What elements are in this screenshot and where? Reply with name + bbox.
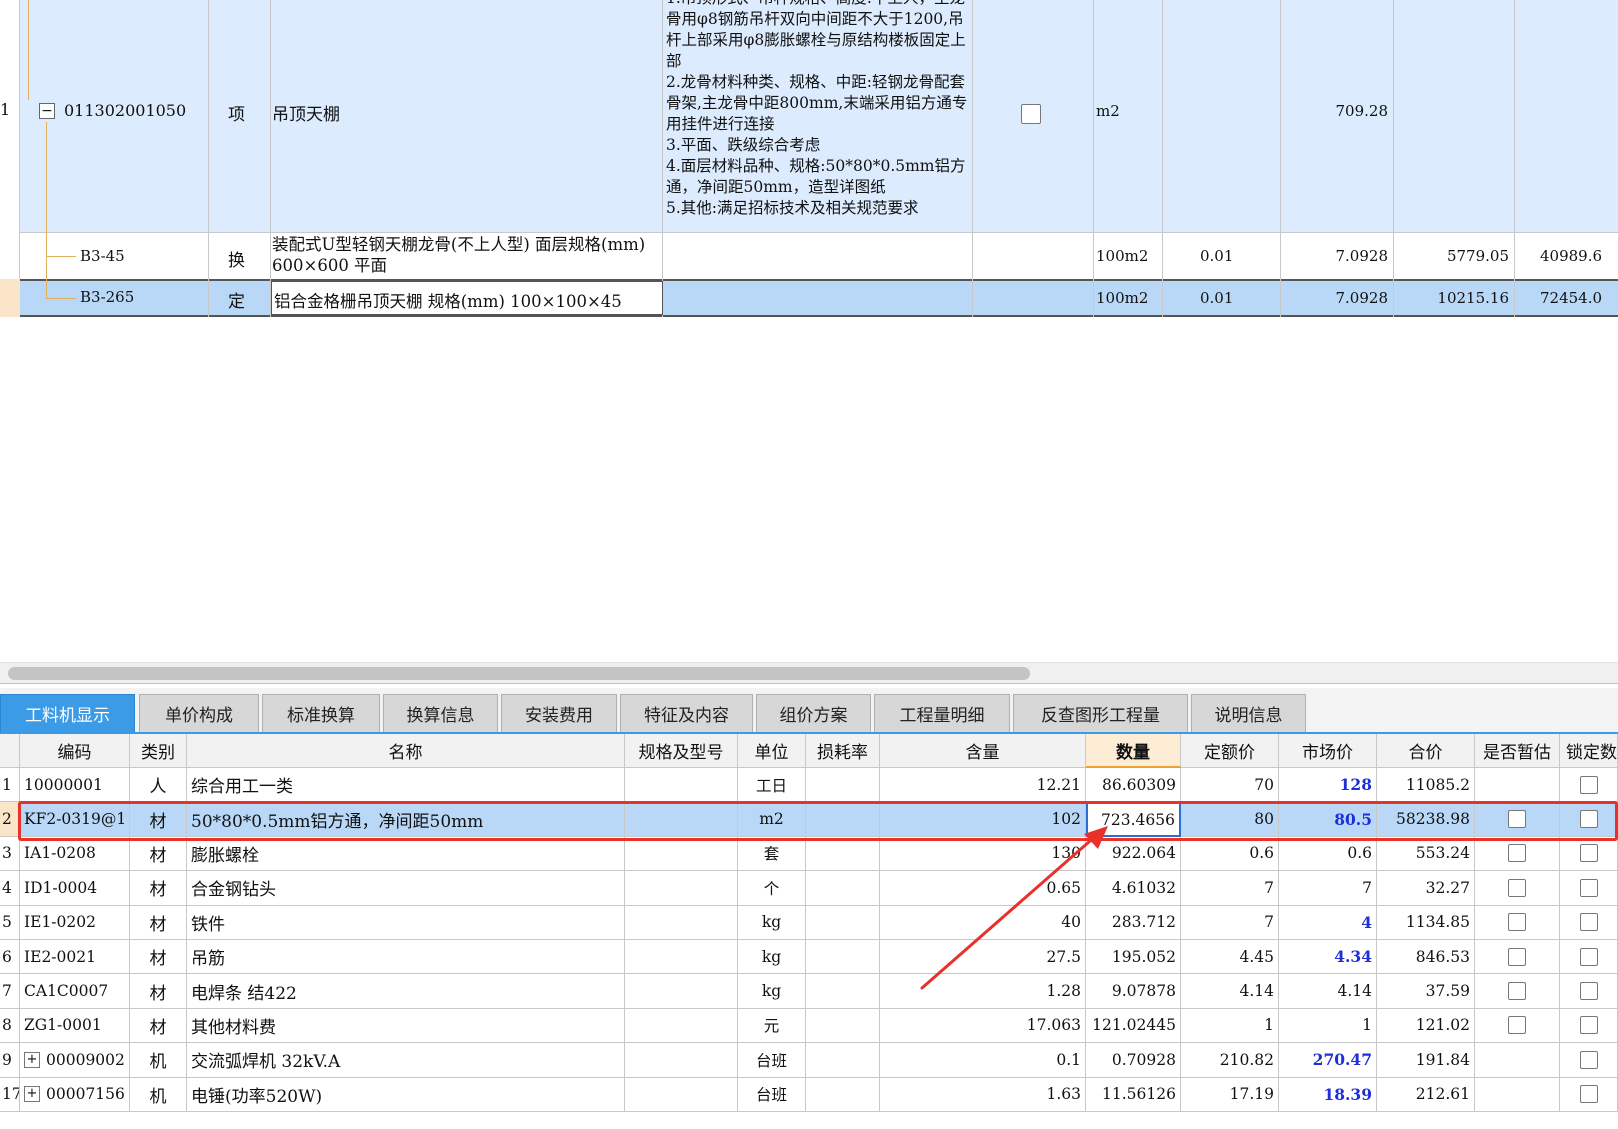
annotation-arrowhead xyxy=(1084,826,1108,849)
annotation-arrow-shaft xyxy=(920,832,1100,990)
annotation-arrow xyxy=(920,826,1108,990)
